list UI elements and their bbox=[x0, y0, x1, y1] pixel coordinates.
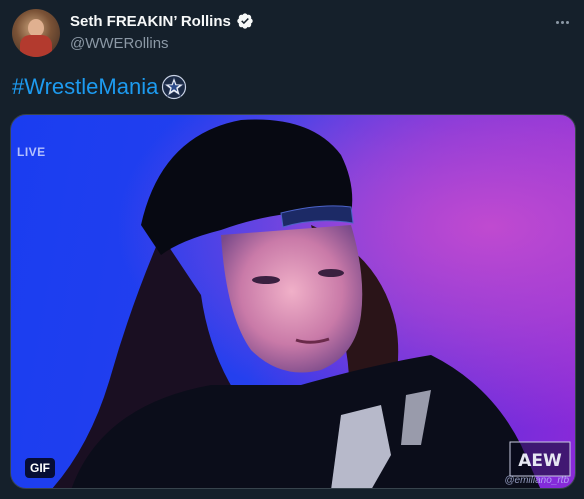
author-display-name[interactable]: Seth FREAKIN’ Rollins bbox=[70, 13, 231, 30]
wrestler-image bbox=[52, 119, 541, 488]
aew-logo-text: AEW bbox=[518, 451, 562, 471]
gif-badge: GIF bbox=[25, 458, 55, 478]
watermark-text: @emiliano_rtb bbox=[504, 475, 569, 486]
verified-badge-icon bbox=[236, 12, 254, 30]
tweet-media-gif[interactable]: LIVE GIF AEW @emiliano_rtb bbox=[10, 114, 576, 489]
more-options-icon[interactable] bbox=[552, 12, 572, 32]
avatar-shirt bbox=[20, 35, 52, 57]
aew-logo-icon: AEW bbox=[509, 441, 571, 477]
tweet-text: #WrestleMania bbox=[12, 74, 187, 100]
wrestlemania-star-icon bbox=[161, 74, 187, 100]
live-overlay-label: LIVE bbox=[17, 145, 46, 159]
author-name-row: Seth FREAKIN’ Rollins bbox=[70, 12, 254, 30]
avatar[interactable] bbox=[12, 9, 60, 57]
author-handle[interactable]: @WWERollins bbox=[70, 35, 169, 52]
hashtag-link[interactable]: #WrestleMania bbox=[12, 74, 158, 100]
